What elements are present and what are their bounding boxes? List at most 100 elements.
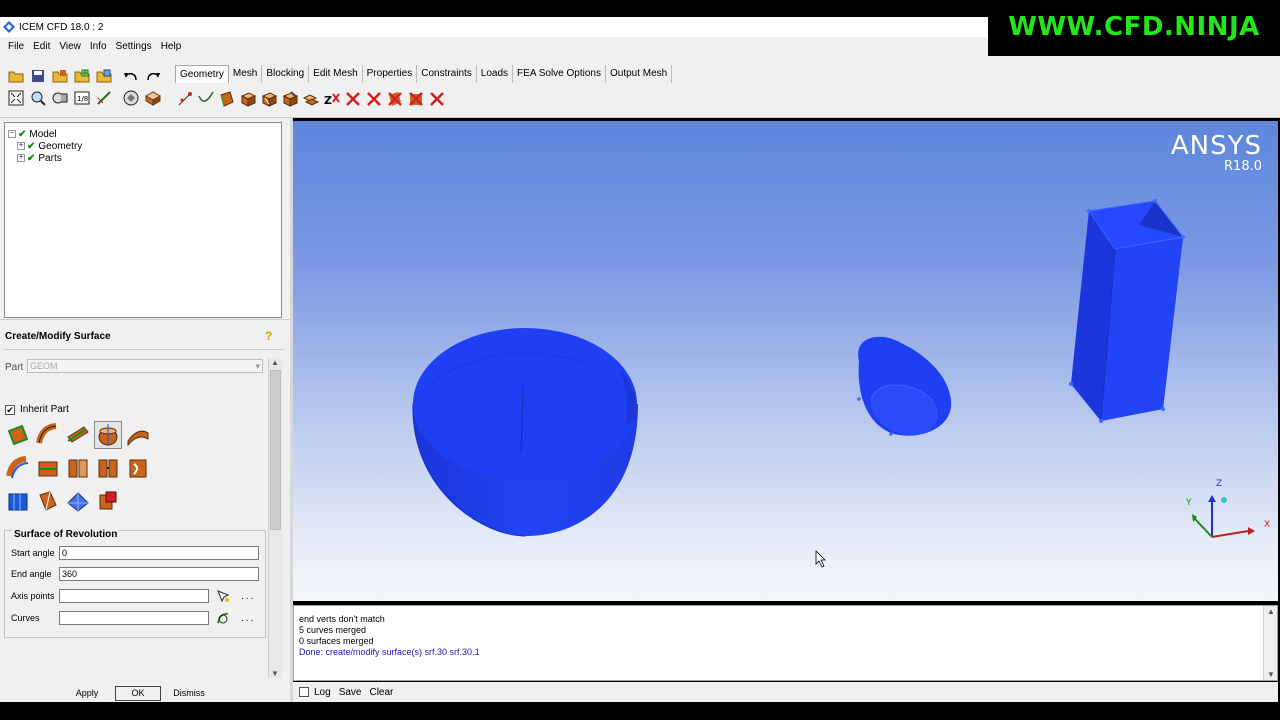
axis-points-input[interactable]	[59, 589, 209, 603]
redo-icon[interactable]	[143, 66, 163, 86]
message-scrollbar[interactable]: ▲ ▼	[1263, 606, 1277, 680]
graphics-viewport[interactable]: Y Z X ANSYS R18.0	[293, 121, 1278, 601]
segment-trim-icon[interactable]	[64, 454, 92, 482]
inherit-part-checkbox[interactable]: ✔ Inherit Part	[5, 404, 69, 415]
more-options-button[interactable]: ...	[241, 591, 255, 602]
start-angle-input[interactable]: 0	[59, 546, 259, 560]
tab-edit-mesh[interactable]: Edit Mesh	[309, 65, 363, 83]
create-faceted-icon[interactable]	[259, 89, 279, 109]
surface-from-curves-icon[interactable]	[4, 421, 32, 449]
checkbox-checked-icon[interactable]: ✔	[18, 129, 26, 140]
transform-geometry-icon[interactable]	[301, 89, 321, 109]
scene-canvas[interactable]	[293, 121, 1278, 601]
loft-surface-icon[interactable]	[124, 421, 152, 449]
curves-input[interactable]	[59, 611, 209, 625]
message-window[interactable]: end verts don't match 5 curves merged 0 …	[293, 605, 1278, 681]
end-angle-input[interactable]: 360	[59, 567, 259, 581]
select-points-icon[interactable]	[215, 588, 231, 604]
open-geometry-icon[interactable]	[50, 66, 70, 86]
menu-edit[interactable]: Edit	[33, 41, 50, 52]
axis-x-label: X	[1264, 520, 1271, 530]
scroll-down-icon[interactable]: ▼	[271, 669, 279, 678]
create-curve-icon[interactable]	[196, 89, 216, 109]
more-options-button[interactable]: ...	[241, 613, 255, 624]
save-icon[interactable]	[28, 66, 48, 86]
sweep-surface-icon[interactable]	[64, 421, 92, 449]
clear-log-button[interactable]: Clear	[369, 687, 393, 698]
distance-icon[interactable]	[94, 88, 114, 108]
checkbox[interactable]: ✔	[5, 404, 15, 415]
tab-mesh[interactable]: Mesh	[229, 65, 263, 83]
tab-constraints[interactable]: Constraints	[417, 65, 477, 83]
log-checkbox[interactable]	[299, 687, 309, 697]
open-mesh-icon[interactable]	[72, 66, 92, 86]
tree-node-geometry[interactable]: + ✔ Geometry	[17, 140, 82, 152]
faceted-surface-icon[interactable]	[64, 487, 92, 515]
curve-driven-icon[interactable]	[34, 421, 62, 449]
menu-settings[interactable]: Settings	[116, 41, 152, 52]
apply-button[interactable]: Apply	[66, 686, 108, 701]
units-icon[interactable]: 1/8	[72, 88, 92, 108]
convert-to-bspline-icon[interactable]	[94, 487, 122, 515]
menu-view[interactable]: View	[59, 41, 81, 52]
tree-node-label: Parts	[38, 152, 62, 164]
merge-surfaces-icon[interactable]	[94, 454, 122, 482]
collapse-icon[interactable]: −	[8, 130, 16, 138]
create-surface-icon[interactable]	[217, 89, 237, 109]
restore-dormant-icon[interactable]: Z	[322, 89, 342, 109]
tab-fea-solve-options[interactable]: FEA Solve Options	[513, 65, 606, 83]
select-curves-icon[interactable]	[215, 610, 231, 626]
repair-geometry-icon[interactable]	[280, 89, 300, 109]
menu-info[interactable]: Info	[90, 41, 107, 52]
delete-any-entity-icon[interactable]	[427, 89, 447, 109]
scroll-up-icon[interactable]: ▲	[1267, 607, 1275, 616]
tab-properties[interactable]: Properties	[363, 65, 418, 83]
hemisphere-surface[interactable]	[412, 328, 638, 537]
panel-scrollbar[interactable]: ▲ ▼	[268, 358, 282, 678]
delete-point-icon[interactable]	[343, 89, 363, 109]
fit-window-icon[interactable]	[6, 88, 26, 108]
tab-output-mesh[interactable]: Output Mesh	[606, 65, 673, 83]
undo-icon[interactable]	[121, 66, 141, 86]
expand-icon[interactable]: +	[17, 154, 25, 162]
create-point-icon[interactable]	[175, 89, 195, 109]
cylinder-surface[interactable]	[857, 336, 952, 436]
chevron-down-icon[interactable]: ▾	[255, 360, 260, 372]
menu-file[interactable]: File	[8, 41, 24, 52]
midsurface-icon[interactable]	[34, 454, 62, 482]
zoom-box-icon[interactable]	[28, 88, 48, 108]
scroll-down-icon[interactable]: ▼	[1267, 670, 1275, 679]
surface-of-revolution-icon[interactable]	[94, 421, 122, 449]
open-blocking-icon[interactable]	[94, 66, 114, 86]
ok-button[interactable]: OK	[115, 686, 161, 701]
save-log-button[interactable]: Save	[339, 687, 362, 698]
box-shade-icon[interactable]	[143, 88, 163, 108]
untrim-surface-icon[interactable]	[124, 454, 152, 482]
tab-loads[interactable]: Loads	[477, 65, 514, 83]
checkbox-checked-icon[interactable]: ✔	[27, 141, 35, 152]
tab-geometry[interactable]: Geometry	[175, 65, 229, 83]
rectangular-duct-surface[interactable]	[1069, 199, 1185, 423]
tab-blocking[interactable]: Blocking	[262, 65, 310, 83]
offset-surface-icon[interactable]	[4, 454, 32, 482]
measure-icon[interactable]	[50, 88, 70, 108]
create-body-icon[interactable]	[238, 89, 258, 109]
delete-body-icon[interactable]	[406, 89, 426, 109]
expand-icon[interactable]: +	[17, 142, 25, 150]
delete-surface-icon[interactable]	[385, 89, 405, 109]
dismiss-button[interactable]: Dismiss	[167, 686, 211, 701]
tree-node-parts[interactable]: + ✔ Parts	[17, 152, 62, 164]
shading-icon[interactable]	[121, 88, 141, 108]
scroll-up-icon[interactable]: ▲	[271, 358, 279, 367]
help-icon[interactable]: ?	[265, 329, 272, 343]
create-blocks-icon[interactable]	[4, 487, 32, 515]
part-select[interactable]: GEOM ▾	[27, 359, 263, 373]
checkbox-checked-icon[interactable]: ✔	[27, 153, 35, 164]
delete-curve-icon[interactable]	[364, 89, 384, 109]
open-icon[interactable]	[6, 66, 26, 86]
panel-splitter[interactable]	[0, 319, 290, 322]
scrollbar-thumb[interactable]	[270, 370, 281, 530]
tree-node-model[interactable]: − ✔ Model	[8, 128, 57, 140]
menu-help[interactable]: Help	[161, 41, 182, 52]
extend-surface-icon[interactable]	[34, 487, 62, 515]
